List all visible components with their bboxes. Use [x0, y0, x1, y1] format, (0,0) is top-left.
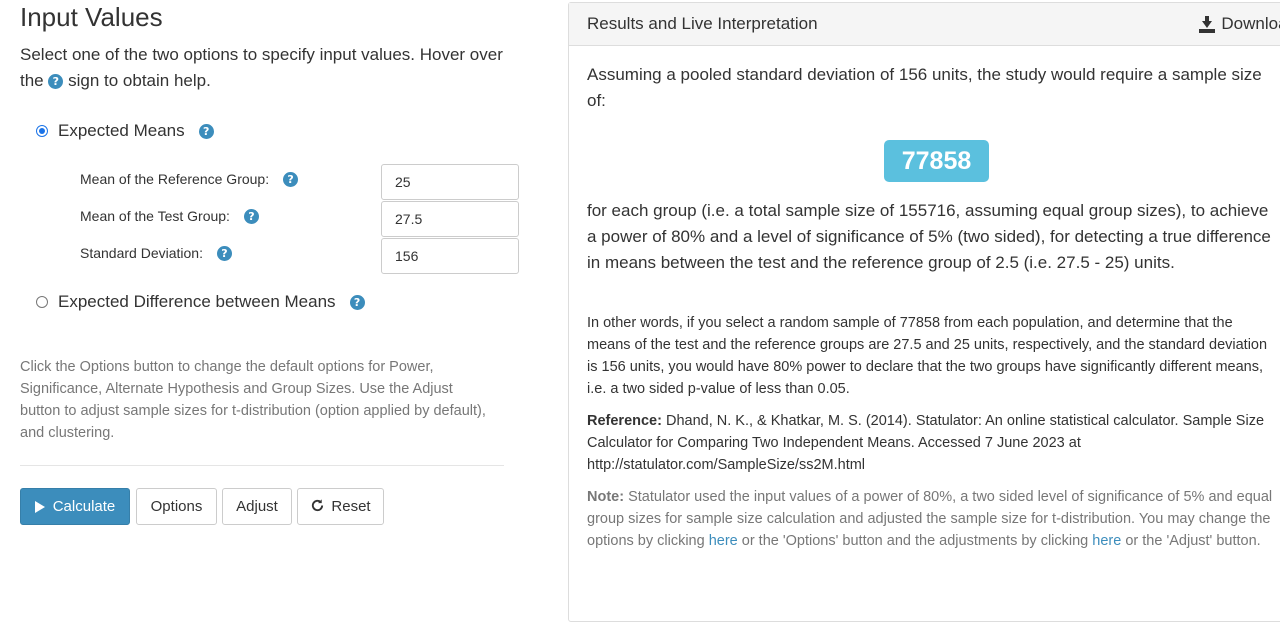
adjust-here-link[interactable]: here [1092, 533, 1121, 549]
note-text-part2: or the 'Options' button and the adjustme… [741, 533, 1089, 549]
reference-text: Reference: Dhand, N. K., & Khatkar, M. S… [587, 410, 1279, 476]
calculate-button[interactable]: Calculate [20, 488, 130, 525]
option-expected-difference[interactable]: Expected Difference between Means ? [36, 292, 365, 312]
reference-mean-input[interactable] [381, 164, 519, 200]
reference-mean-label-row: Mean of the Reference Group: ? [80, 171, 299, 187]
option-expected-means-label: Expected Means [58, 121, 185, 140]
sample-size-result: 77858 [884, 140, 989, 182]
help-icon[interactable]: ? [349, 294, 365, 310]
note-label: Note: [587, 489, 625, 505]
reference-mean-label: Mean of the Reference Group: [80, 171, 270, 187]
plain-language-text: In other words, if you select a random s… [587, 315, 1268, 397]
download-label: Download [1221, 14, 1280, 33]
options-here-link[interactable]: here [709, 533, 738, 549]
reference-label: Reference: [587, 413, 662, 429]
help-icon[interactable]: ? [283, 171, 299, 187]
refresh-icon [310, 498, 325, 516]
option-expected-difference-label: Expected Difference between Means [58, 292, 336, 311]
results-panel-title: Results and Live Interpretation [587, 14, 818, 33]
standard-deviation-input[interactable] [381, 238, 519, 274]
note-text: Note: Statulator used the input values o… [587, 486, 1279, 552]
intro-text: Select one of the two options to specify… [20, 42, 520, 94]
test-mean-input[interactable] [381, 201, 519, 237]
options-help-text: Click the Options button to change the d… [20, 359, 486, 441]
options-button-label: Options [150, 498, 203, 515]
reference-citation: Dhand, N. K., & Khatkar, M. S. (2014). S… [587, 413, 1265, 473]
result-interpretation-text: for each group (i.e. a total sample size… [587, 201, 1271, 272]
standard-deviation-label-row: Standard Deviation: ? [80, 245, 232, 261]
adjust-button-label: Adjust [236, 498, 278, 515]
play-icon [34, 500, 45, 513]
test-mean-label-row: Mean of the Test Group: ? [80, 208, 259, 224]
test-mean-label: Mean of the Test Group: [80, 208, 230, 224]
option-expected-means[interactable]: Expected Means ? [36, 121, 214, 141]
help-icon[interactable]: ? [216, 245, 232, 261]
results-panel: Results and Live Interpretation Download… [568, 2, 1280, 622]
results-panel-header: Results and Live Interpretation Download [569, 3, 1280, 46]
radio-expected-difference[interactable] [36, 296, 48, 308]
reset-button[interactable]: Reset [297, 488, 384, 525]
adjust-button[interactable]: Adjust [222, 488, 292, 525]
download-button[interactable]: Download [1199, 14, 1280, 34]
divider [20, 465, 504, 466]
calculate-button-label: Calculate [52, 498, 116, 515]
help-icon[interactable]: ? [198, 123, 214, 139]
page-title: Input Values [20, 2, 163, 32]
intro-text-part2: sign to obtain help. [68, 71, 211, 90]
radio-expected-means[interactable] [36, 125, 48, 137]
help-icon[interactable]: ? [243, 208, 259, 224]
standard-deviation-label: Standard Deviation: [80, 245, 203, 261]
input-values-panel: Input Values Select one of the two optio… [0, 0, 540, 601]
reset-button-label: Reset [331, 498, 371, 515]
download-icon [1199, 15, 1216, 33]
result-intro-text: Assuming a pooled standard deviation of … [587, 65, 1262, 110]
options-button[interactable]: Options [136, 488, 217, 525]
note-text-part3: or the 'Adjust' button. [1125, 533, 1261, 549]
help-icon[interactable]: ? [48, 74, 64, 90]
